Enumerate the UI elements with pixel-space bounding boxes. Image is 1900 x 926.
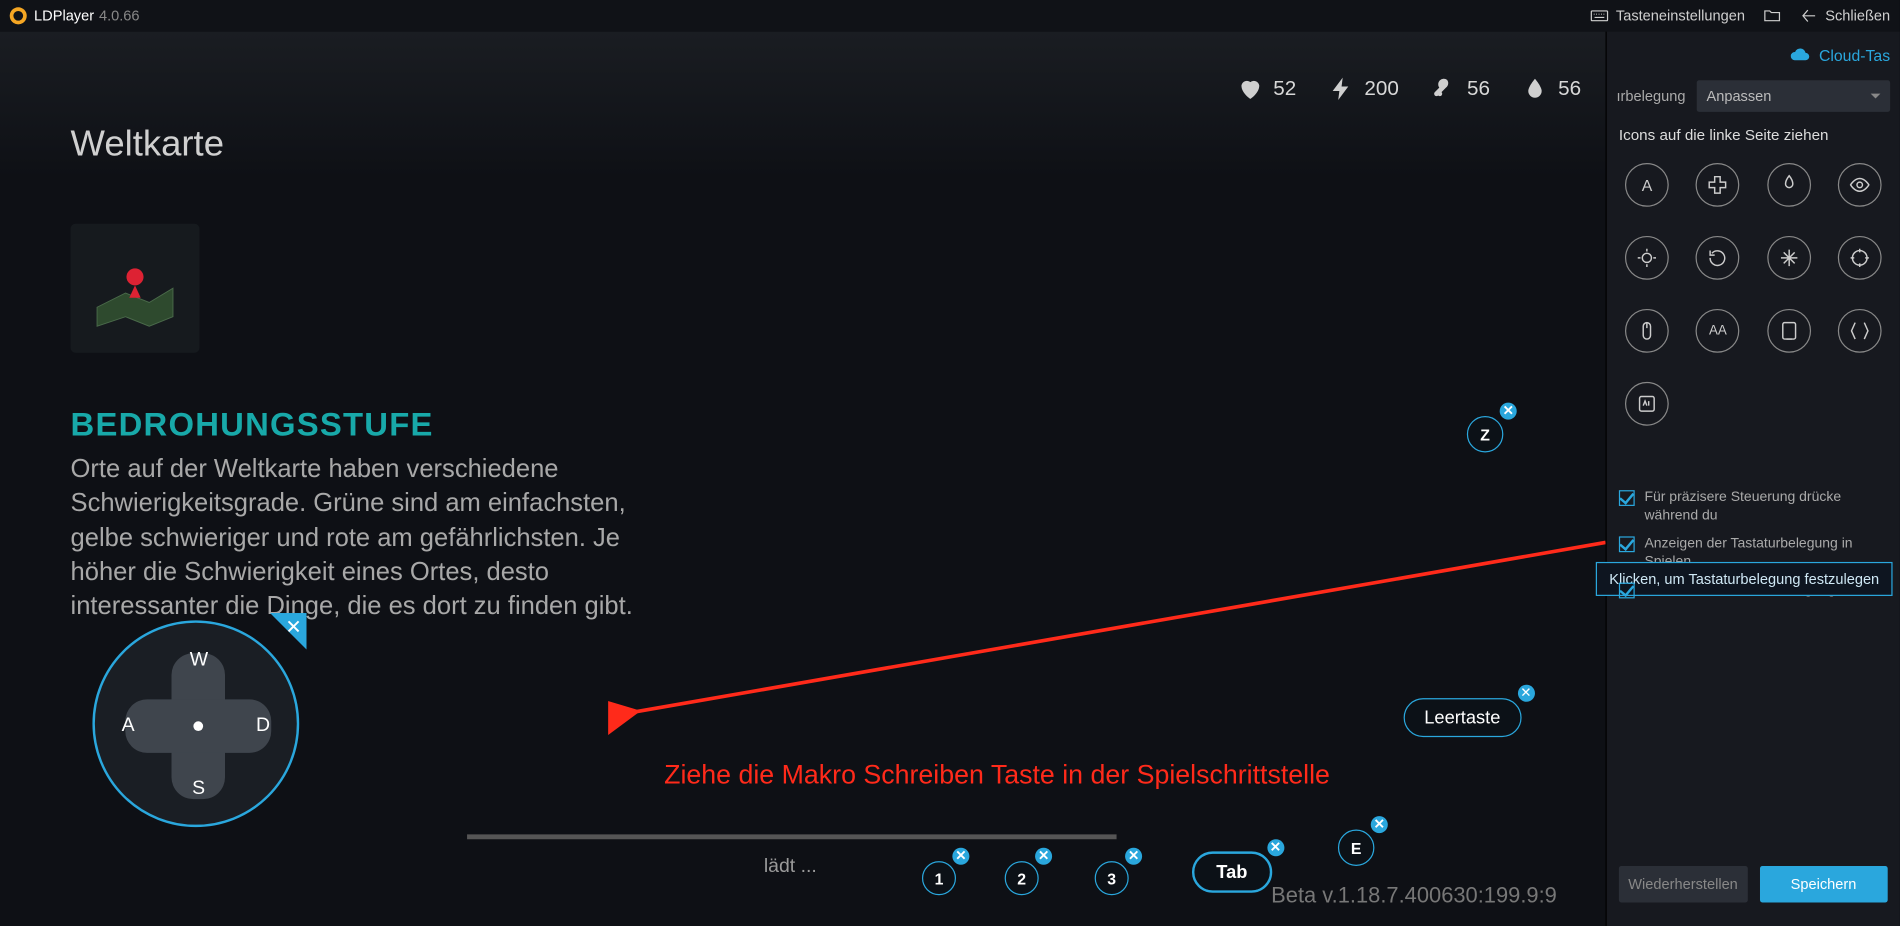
app-version: 4.0.66 — [99, 7, 140, 24]
close-icon[interactable]: ✕ — [952, 848, 969, 865]
key-bubble-3[interactable]: 3✕ — [1095, 861, 1129, 895]
close-icon[interactable]: ✕ — [1500, 403, 1517, 420]
close-icon[interactable]: ✕ — [1035, 848, 1052, 865]
keyboard-icon — [1589, 6, 1608, 25]
stat-food: 56 — [1431, 75, 1491, 102]
multi-key-icon[interactable]: AA — [1696, 309, 1740, 353]
stat-energy: 200 — [1328, 75, 1399, 102]
cloud-sync-button[interactable]: Cloud-Tas — [1790, 44, 1890, 66]
write-macro-icon[interactable] — [1625, 382, 1669, 426]
checkbox-icon — [1619, 490, 1635, 506]
threat-body: Orte auf der Weltkarte haben verschieden… — [71, 452, 691, 624]
threat-title: BEDROHUNGSSTUFE — [71, 406, 434, 444]
close-icon[interactable]: ✕ — [1517, 685, 1534, 702]
dpad-icon[interactable] — [1696, 163, 1740, 207]
dpad-close-button[interactable]: ✕ — [270, 613, 306, 649]
moba-skill-icon[interactable] — [1767, 309, 1811, 353]
close-label: Schließen — [1825, 7, 1890, 24]
free-look-icon[interactable] — [1696, 236, 1740, 280]
dpad-left-key[interactable]: A — [122, 715, 135, 737]
key-bubble-e[interactable]: E✕ — [1338, 830, 1374, 866]
close-icon[interactable]: ✕ — [1125, 848, 1142, 865]
cloud-label: Cloud-Tas — [1819, 46, 1890, 64]
tap-key-icon[interactable]: A — [1625, 163, 1669, 207]
key-bubble-space[interactable]: Leertaste✕ — [1404, 698, 1521, 737]
crosshair-icon[interactable] — [1838, 236, 1882, 280]
checkbox-icon — [1619, 582, 1635, 598]
fire-key-icon[interactable] — [1767, 163, 1811, 207]
page-title: Weltkarte — [71, 124, 224, 165]
checkbox-icon — [1619, 536, 1635, 552]
close-button[interactable]: Schließen — [1798, 6, 1890, 25]
dpad-right-key[interactable]: D — [256, 715, 270, 737]
bolt-icon — [1328, 75, 1355, 102]
cloud-icon — [1790, 44, 1812, 66]
map-icon — [88, 241, 183, 336]
keymap-side-panel: Cloud-Tas ırbelegung Anpassen Icons auf … — [1606, 32, 1900, 926]
keymap-label: Tasteneinstellungen — [1616, 7, 1745, 24]
stats-bar: 52 200 56 56 — [1237, 75, 1581, 102]
macro-icon[interactable] — [1838, 309, 1882, 353]
save-button[interactable]: Speichern — [1759, 866, 1887, 902]
stat-water: 56 — [1522, 75, 1582, 102]
tooltip: Klicken, um Tastaturbelegung festzulegen — [1596, 562, 1893, 596]
dpad-up-key[interactable]: W — [190, 650, 208, 672]
close-icon[interactable]: ✕ — [1267, 839, 1284, 856]
annotation-text: Ziehe die Makro Schreiben Taste in der S… — [664, 759, 1330, 791]
app-logo-icon — [10, 7, 27, 24]
key-bubble-z[interactable]: Z✕ — [1467, 416, 1503, 452]
map-thumbnail[interactable] — [71, 224, 200, 353]
sight-icon[interactable] — [1838, 163, 1882, 207]
back-arrow-icon — [1798, 6, 1817, 25]
folder-icon — [1762, 6, 1781, 25]
version-text: Beta v.1.18.7.400630:199.9:9 — [1271, 883, 1557, 909]
close-icon[interactable]: ✕ — [1371, 816, 1388, 833]
key-bubble-2[interactable]: 2✕ — [1005, 861, 1039, 895]
stat-health: 52 — [1237, 75, 1297, 102]
drop-icon — [1522, 75, 1549, 102]
app-name: LDPlayer — [34, 7, 94, 24]
game-viewport[interactable]: Weltkarte 52 200 56 56 BEDROHUNGSSTUFE O… — [0, 32, 1606, 926]
titlebar: LDPlayer 4.0.66 Tasteneinstellungen Schl… — [0, 0, 1900, 32]
profile-select[interactable]: Anpassen — [1697, 80, 1890, 112]
key-bubble-1[interactable]: 1✕ — [922, 861, 956, 895]
belegung-label: ırbelegung — [1616, 88, 1687, 105]
checkbox-precise-control[interactable]: Für präzisere Steuerung drücke während d… — [1619, 489, 1888, 525]
loading-text: lädt ... — [764, 856, 817, 878]
meat-icon — [1431, 75, 1458, 102]
key-bubble-tab[interactable]: Tab✕ — [1192, 851, 1272, 892]
gravity-sensor-icon[interactable] — [1625, 236, 1669, 280]
drag-hint-text: Icons auf die linke Seite ziehen — [1607, 122, 1900, 151]
mouse-icon[interactable] — [1625, 309, 1669, 353]
heart-icon — [1237, 75, 1264, 102]
folder-button[interactable] — [1762, 6, 1781, 25]
dpad-down-key[interactable]: S — [192, 778, 205, 800]
restore-button[interactable]: Wiederherstellen — [1619, 866, 1747, 902]
keymap-settings-button[interactable]: Tasteneinstellungen — [1589, 6, 1745, 25]
loading-bar — [467, 834, 1117, 839]
shooting-mode-icon[interactable] — [1767, 236, 1811, 280]
keymap-icon-palette: A AA — [1607, 151, 1900, 438]
dpad-control[interactable]: W S A D ✕ — [92, 620, 299, 827]
